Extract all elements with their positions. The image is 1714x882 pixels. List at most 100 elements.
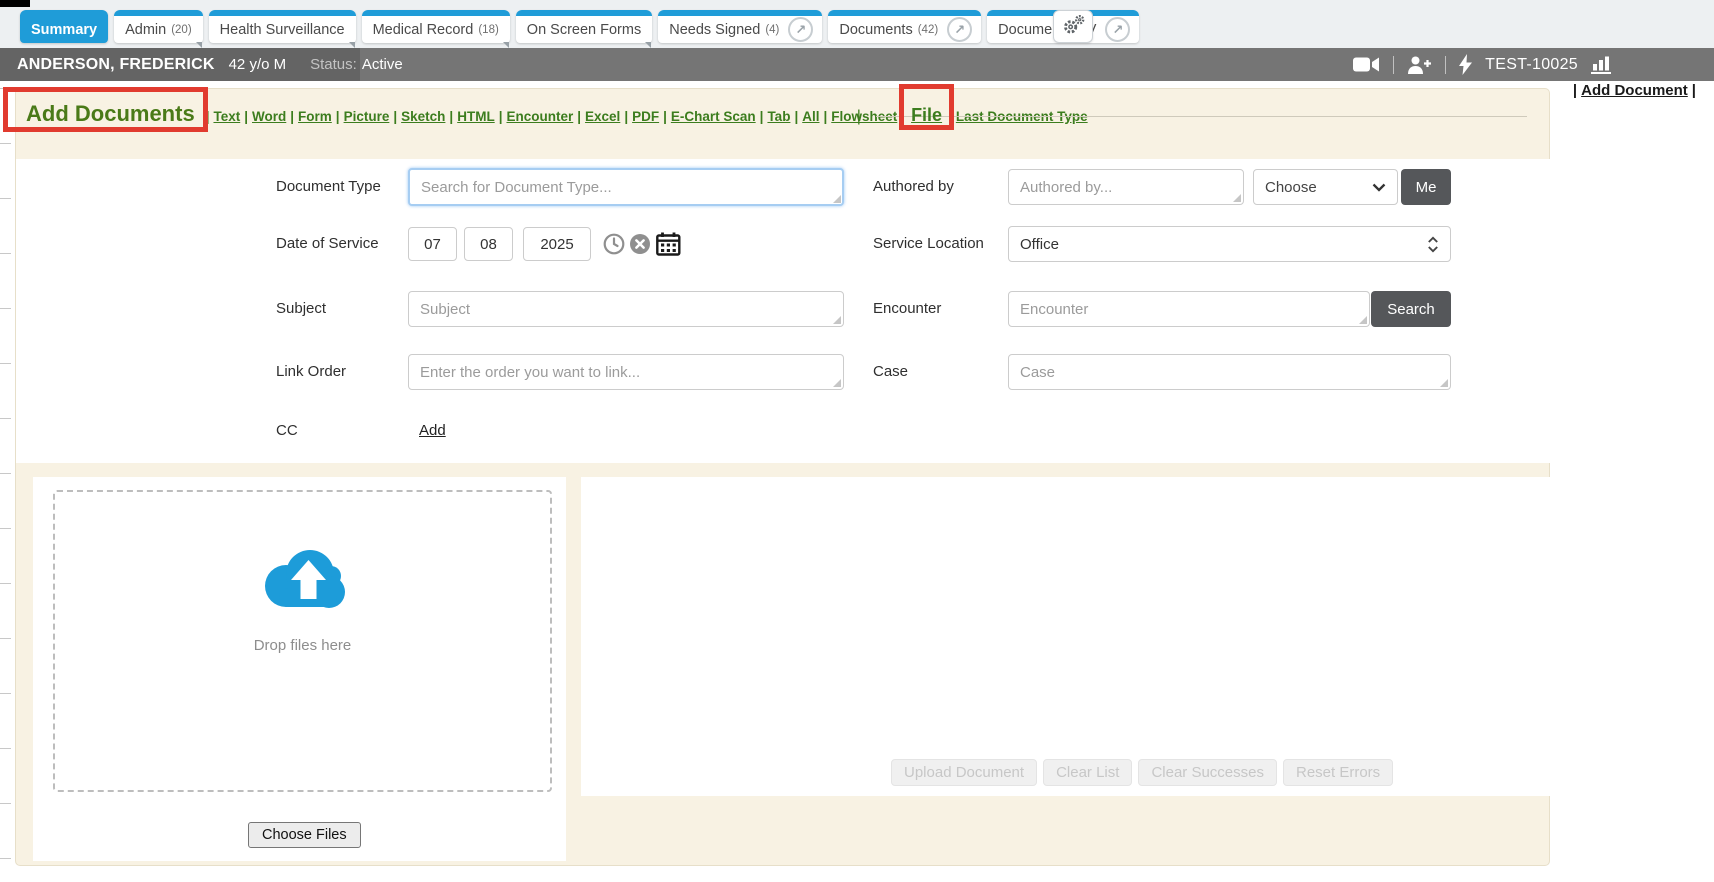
patient-tab[interactable]: On Screen Forms ↗ [516,10,652,43]
page-title: Add Documents [26,101,195,127]
upload-action-buttons: Upload Document Clear List Clear Success… [891,759,1393,786]
popout-icon[interactable]: ↗ [1105,17,1130,42]
tab-count: (4) [765,24,779,36]
link-separator: | [624,109,628,124]
link-order-input[interactable] [408,354,844,390]
patient-tab[interactable]: Admin (20) ↗ [114,10,203,43]
authored-by-input[interactable] [1008,169,1244,205]
doc-type-link[interactable]: Sketch [401,109,445,124]
doc-type-link[interactable]: PDF [632,109,659,124]
cc-add-link[interactable]: Add [419,422,446,439]
link-separator: | [663,109,667,124]
doc-type-link[interactable]: HTML [457,109,495,124]
link-order-label: Link Order [276,363,346,380]
doc-type-link[interactable]: Picture [344,109,390,124]
encounter-search-button[interactable]: Search [1371,291,1451,327]
authored-by-wrap [1008,169,1244,205]
link-separator: | [857,108,861,126]
bar-chart-icon[interactable] [1591,55,1614,74]
patient-tab[interactable]: Documents (42) ↗ [828,10,981,43]
doc-type-link[interactable]: All [802,109,819,124]
action-button[interactable]: Clear List [1043,759,1132,786]
document-form: Document Type Date of Service Subject Li… [16,159,1551,463]
upload-queue-panel: Upload Document Clear List Clear Success… [581,477,1551,796]
patient-tab[interactable]: Needs Signed (4) ↗ [658,10,822,43]
doc-type-link[interactable]: Excel [585,109,620,124]
encounter-wrap [1008,291,1370,327]
document-type-links: |Text |Word |Form |Picture |Sketch [203,105,854,126]
doc-type-link[interactable]: Flowsheet [831,109,897,124]
link-separator: | [336,109,340,124]
lightning-bolt-icon[interactable] [1459,54,1472,75]
video-camera-icon[interactable] [1353,56,1380,73]
tab-strip: Summary ↗ Admin (20) ↗ Health Surveillan… [20,10,1139,43]
tab-label: Admin [125,22,166,38]
authored-by-label: Authored by [873,178,954,195]
date-year-input[interactable] [523,227,591,261]
choose-files-button[interactable]: Choose Files [248,822,361,848]
action-button[interactable]: Clear Successes [1138,759,1277,786]
add-person-icon[interactable] [1407,56,1432,74]
patient-tab[interactable]: Health Surveillance ↗ [209,10,356,43]
link-order-wrap [408,354,844,390]
tab-settings-button[interactable] [1053,10,1093,43]
subject-wrap [408,291,844,327]
authored-by-me-button[interactable]: Me [1401,169,1451,205]
patient-tab[interactable]: Summary ↗ [20,10,108,43]
link-separator: | [901,109,905,124]
tab-count: (18) [478,24,498,36]
doc-type-link[interactable]: Text [213,109,240,124]
calendar-icon[interactable] [656,232,681,256]
file-drop-zone[interactable]: Drop files here [53,490,552,792]
encounter-input[interactable] [1008,291,1370,327]
link-separator: | [290,109,294,124]
doc-type-link[interactable]: Word [252,109,286,124]
window-corner [0,0,30,7]
service-location-select[interactable]: Office [1008,226,1451,262]
patient-tab[interactable]: Medical Record (18) ↗ [362,10,510,43]
action-button[interactable]: Upload Document [891,759,1037,786]
date-day-input[interactable] [464,227,513,261]
clear-date-icon[interactable] [629,233,651,255]
case-label: Case [873,363,908,380]
subject-input[interactable] [408,291,844,327]
doc-type-link[interactable]: File [911,105,942,125]
up-down-arrows-icon [1427,236,1439,253]
patient-tab-bar: Summary ↗ Admin (20) ↗ Health Surveillan… [0,0,1714,48]
separator [1393,56,1394,74]
link-separator: | [393,109,397,124]
doc-type-link[interactable]: Tab [767,109,790,124]
popout-icon[interactable]: ↗ [788,17,813,42]
add-document-link[interactable]: |Add Document| [1573,82,1696,99]
doc-type-link[interactable]: Encounter [506,109,573,124]
left-gutter [0,88,12,866]
date-month-input[interactable] [408,227,457,261]
separator [1445,56,1446,74]
tab-label: Summary [31,22,97,38]
tab-settings-area [1053,10,1093,43]
link-separator: | [206,109,210,124]
document-type-input[interactable] [408,168,844,206]
time-now-icon[interactable] [603,233,625,255]
tab-label: Documents [839,22,912,38]
link-separator: | [499,109,503,124]
doc-type-link[interactable]: Last Document Type [956,109,1088,124]
doc-type-link[interactable]: Form [298,109,332,124]
upload-files-panel: Drop files here Choose Files [33,477,566,861]
link-separator: | [948,109,952,124]
link-separator: | [794,109,798,124]
popout-icon[interactable]: ↗ [947,17,972,42]
patient-info-bar: ANDERSON, FREDERICK 42 y/o M Status:Acti… [0,48,1714,81]
add-documents-panel: Add Documents |Text |Word |Form |Picture [15,88,1550,866]
document-type-label: Document Type [276,178,381,195]
patient-age-sex: 42 y/o M [229,56,287,73]
action-button[interactable]: Reset Errors [1283,759,1393,786]
service-location-label: Service Location [873,235,984,252]
tab-count: (42) [918,24,938,36]
authored-by-choose-select[interactable]: Choose [1253,169,1398,205]
tab-label: Needs Signed [669,22,760,38]
case-input[interactable] [1008,354,1451,390]
tab-label: Medical Record [373,22,474,38]
doc-type-link[interactable]: E-Chart Scan [671,109,756,124]
panel-header: Add Documents |Text |Word |Form |Picture [26,101,1527,127]
